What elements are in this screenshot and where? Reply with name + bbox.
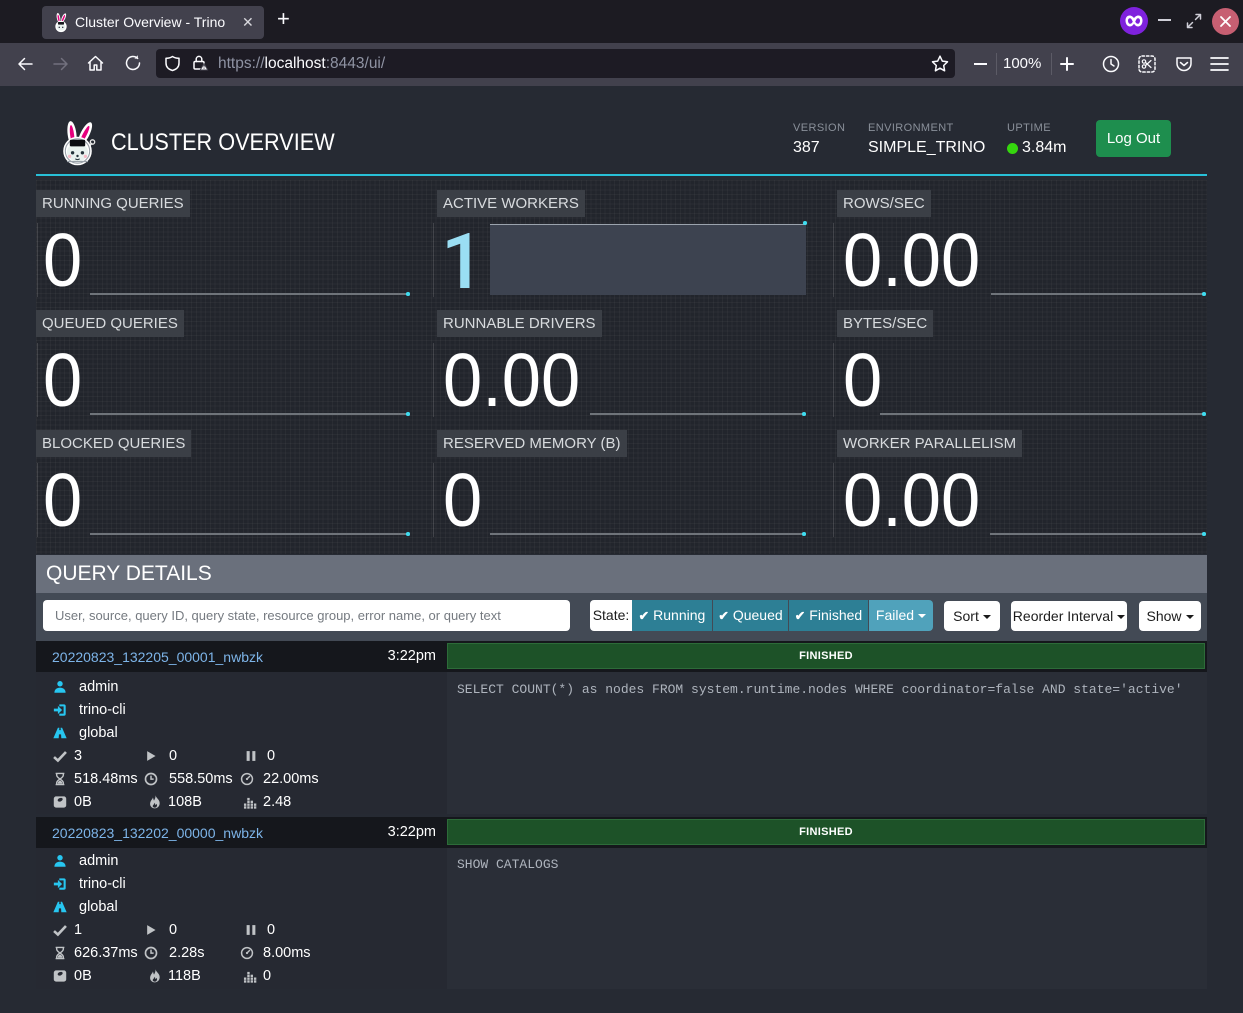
svg-text:!: ! <box>203 65 205 71</box>
